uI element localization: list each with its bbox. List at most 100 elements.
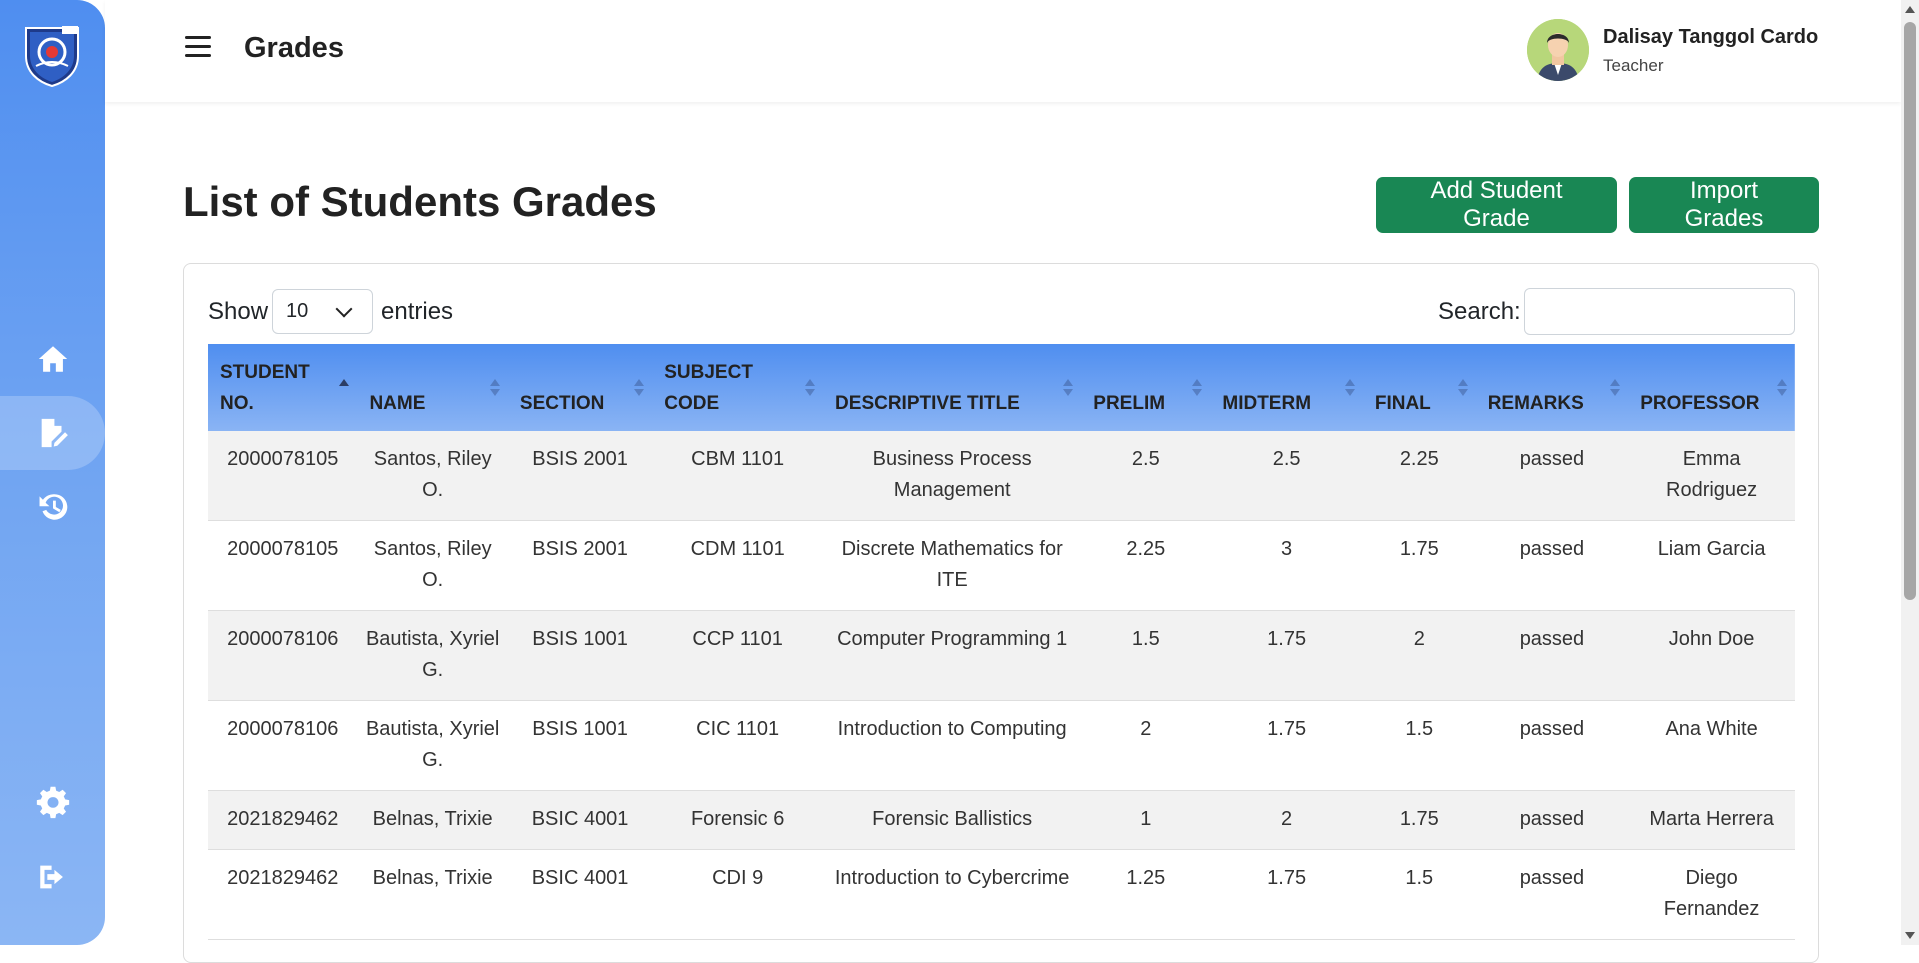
sort-icon <box>1344 379 1355 399</box>
cell-prelim: 2.25 <box>1081 520 1211 611</box>
cell-section: BSIC 4001 <box>507 790 653 850</box>
sort-icon <box>1457 379 1468 399</box>
column-header-midterm[interactable]: MIDTERM <box>1210 344 1362 431</box>
cell-professor: John Doe <box>1628 610 1795 701</box>
cell-midterm: 1.75 <box>1210 610 1363 701</box>
cell-student-no: 2000078105 <box>208 431 358 521</box>
cell-descriptive-title: Discrete Mathematics for ITE <box>823 520 1082 611</box>
user-name: Dalisay Tanggol Cardo <box>1603 26 1819 48</box>
cell-remarks: passed <box>1475 520 1629 611</box>
add-student-grade-button[interactable]: Add Student Grade <box>1376 177 1617 233</box>
sort-icon <box>1610 379 1621 399</box>
cell-name: Bautista, Xyriel G. <box>357 610 508 701</box>
cell-midterm: 3 <box>1210 520 1363 611</box>
cell-prelim: 1 <box>1081 790 1211 850</box>
table-row: 2021829462 Belnas, Trixie BSIC 4001 Fore… <box>208 790 1795 850</box>
cell-student-no: 2000078106 <box>208 700 358 791</box>
cell-subject-code: CIC 1101 <box>652 700 824 791</box>
column-header-subject-code[interactable]: SUBJECT CODE <box>652 344 823 431</box>
sort-icon <box>805 379 816 399</box>
cell-descriptive-title: Forensic Ballistics <box>823 790 1082 850</box>
cell-descriptive-title: Computer Programming 1 <box>823 610 1082 701</box>
cell-subject-code: CDM 1101 <box>652 520 824 611</box>
avatar[interactable] <box>1527 19 1589 81</box>
cell-midterm: 1.75 <box>1210 849 1363 940</box>
cell-prelim: 1.5 <box>1081 610 1211 701</box>
home-icon <box>38 346 67 372</box>
sidebar-item-settings[interactable] <box>0 766 105 840</box>
cell-final: 2.25 <box>1362 431 1476 521</box>
sidebar-item-history[interactable] <box>0 470 105 544</box>
column-header-section[interactable]: SECTION <box>508 344 652 431</box>
column-header-final[interactable]: FINAL <box>1363 344 1476 431</box>
chevron-down-icon <box>335 300 353 318</box>
cell-final: 1.75 <box>1362 790 1476 850</box>
page-title: Grades <box>244 32 344 64</box>
table-header-row: STUDENT NO. NAME SECTION SUBJECT CODE DE… <box>208 344 1795 431</box>
cell-professor: Emma Rodriguez <box>1628 431 1795 521</box>
cell-remarks: passed <box>1475 849 1629 940</box>
grades-table: STUDENT NO. NAME SECTION SUBJECT CODE DE… <box>208 344 1795 940</box>
cell-section: BSIS 1001 <box>507 700 653 791</box>
sidebar <box>0 0 105 945</box>
cell-subject-code: CCP 1101 <box>652 610 824 701</box>
scroll-up-arrow-icon[interactable] <box>1905 6 1915 13</box>
cell-descriptive-title: Introduction to Cybercrime <box>823 849 1082 940</box>
table-row: 2021829462 Belnas, Trixie BSIC 4001 CDI … <box>208 849 1795 940</box>
cell-remarks: passed <box>1475 610 1629 701</box>
column-header-professor[interactable]: PROFESSOR <box>1628 344 1795 431</box>
scroll-down-arrow-icon[interactable] <box>1905 932 1915 939</box>
column-header-name[interactable]: NAME <box>357 344 507 431</box>
column-header-student-no[interactable]: STUDENT NO. <box>208 344 357 431</box>
sidebar-item-home[interactable] <box>0 322 105 396</box>
cell-section: BSIS 2001 <box>507 431 653 521</box>
sort-icon <box>339 379 350 399</box>
cell-name: Bautista, Xyriel G. <box>357 700 508 791</box>
column-header-remarks[interactable]: REMARKS <box>1476 344 1628 431</box>
cell-descriptive-title: Introduction to Computing <box>823 700 1082 791</box>
cell-remarks: passed <box>1475 790 1629 850</box>
column-header-prelim[interactable]: PRELIM <box>1081 344 1210 431</box>
cell-professor: Ana White <box>1628 700 1795 791</box>
cell-remarks: passed <box>1475 700 1629 791</box>
menu-toggle-icon[interactable] <box>185 36 211 60</box>
sort-icon <box>489 379 500 399</box>
scrollbar-thumb[interactable] <box>1904 22 1916 600</box>
cell-final: 1.5 <box>1362 700 1476 791</box>
edit-document-icon <box>41 418 68 448</box>
table-row: 2000078106 Bautista, Xyriel G. BSIS 1001… <box>208 610 1795 701</box>
cell-student-no: 2000078106 <box>208 610 358 701</box>
cell-professor: Marta Herrera <box>1628 790 1795 850</box>
cell-remarks: passed <box>1475 431 1629 521</box>
gear-icon <box>36 786 69 819</box>
page-scrollbar[interactable] <box>1901 0 1919 945</box>
school-logo <box>22 22 82 88</box>
cell-professor: Liam Garcia <box>1628 520 1795 611</box>
cell-section: BSIC 4001 <box>507 849 653 940</box>
search-input[interactable] <box>1524 288 1795 335</box>
history-icon <box>39 494 67 520</box>
column-header-descriptive-title[interactable]: DESCRIPTIVE TITLE <box>823 344 1081 431</box>
cell-student-no: 2021829462 <box>208 849 358 940</box>
cell-descriptive-title: Business Process Management <box>823 431 1082 521</box>
cell-prelim: 2 <box>1081 700 1211 791</box>
cell-student-no: 2021829462 <box>208 790 358 850</box>
cell-name: Belnas, Trixie <box>357 790 508 850</box>
user-role: Teacher <box>1603 56 1664 75</box>
cell-prelim: 1.25 <box>1081 849 1211 940</box>
cell-section: BSIS 1001 <box>507 610 653 701</box>
show-label: Show <box>208 298 269 325</box>
cell-subject-code: Forensic 6 <box>652 790 824 850</box>
table-row: 2000078106 Bautista, Xyriel G. BSIS 1001… <box>208 700 1795 791</box>
cell-midterm: 2.5 <box>1210 431 1363 521</box>
sidebar-item-grades[interactable] <box>0 396 105 470</box>
import-grades-button[interactable]: Import Grades <box>1629 177 1819 233</box>
sort-icon <box>1777 379 1787 399</box>
table-row: 2000078105 Santos, Riley O. BSIS 2001 CD… <box>208 520 1795 611</box>
cell-prelim: 2.5 <box>1081 431 1211 521</box>
sort-icon <box>1063 379 1074 399</box>
list-heading: List of Students Grades <box>183 178 657 225</box>
sidebar-item-logout[interactable] <box>0 840 105 914</box>
cell-midterm: 2 <box>1210 790 1363 850</box>
entries-per-page-select[interactable]: 10 <box>272 289 373 334</box>
